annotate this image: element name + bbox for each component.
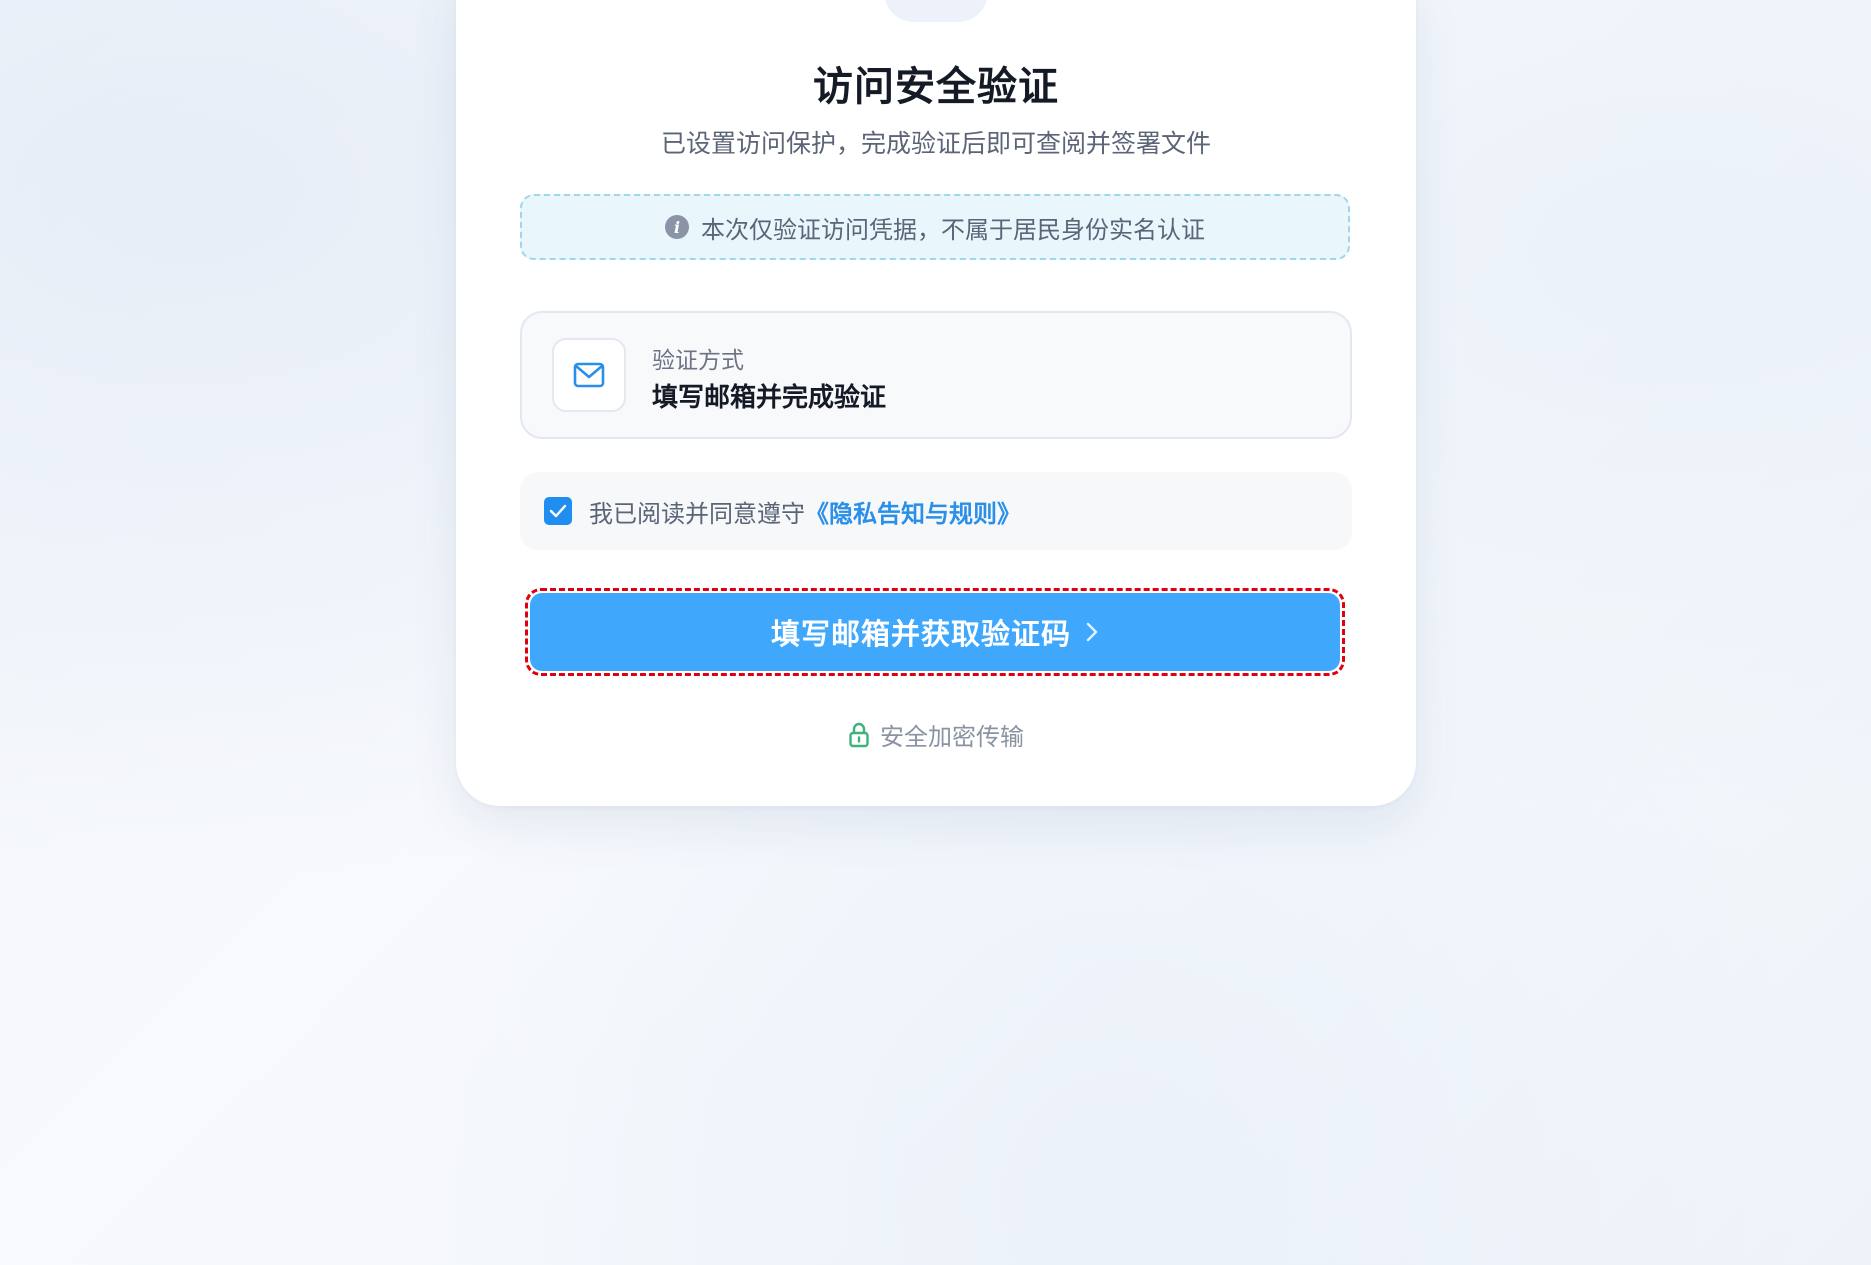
info-notice: i 本次仅验证访问凭据，不属于居民身份实名认证	[520, 194, 1350, 260]
agreement-checkbox[interactable]	[544, 497, 572, 525]
privacy-rules-link[interactable]: 《隐私告知与规则》	[805, 494, 1021, 529]
get-verification-code-label: 填写邮箱并获取验证码	[770, 617, 1071, 651]
mail-icon-container	[552, 338, 626, 412]
method-value: 填写邮箱并完成验证	[652, 383, 887, 413]
info-icon: i	[665, 215, 689, 239]
verification-method-card: 验证方式 填写邮箱并完成验证	[520, 311, 1352, 439]
mail-icon	[573, 362, 605, 388]
chevron-right-icon	[1086, 622, 1098, 642]
method-label: 验证方式	[652, 348, 744, 374]
check-icon	[549, 504, 567, 518]
notice-text: 本次仅验证访问凭据，不属于居民身份实名认证	[701, 215, 1205, 244]
lock-icon	[849, 722, 869, 747]
secure-transmission-text: 安全加密传输	[880, 723, 1024, 751]
agreement-text: 我已阅读并同意遵守	[589, 499, 805, 528]
get-verification-code-button[interactable]: 填写邮箱并获取验证码	[530, 593, 1340, 671]
agreement-row: 我已阅读并同意遵守 《隐私告知与规则》	[520, 472, 1352, 550]
secure-transmission-note: 安全加密传输	[456, 717, 1416, 752]
page-title: 访问安全验证	[813, 64, 1059, 110]
page-subtitle: 已设置访问保护，完成验证后即可查阅并签署文件	[660, 129, 1211, 158]
